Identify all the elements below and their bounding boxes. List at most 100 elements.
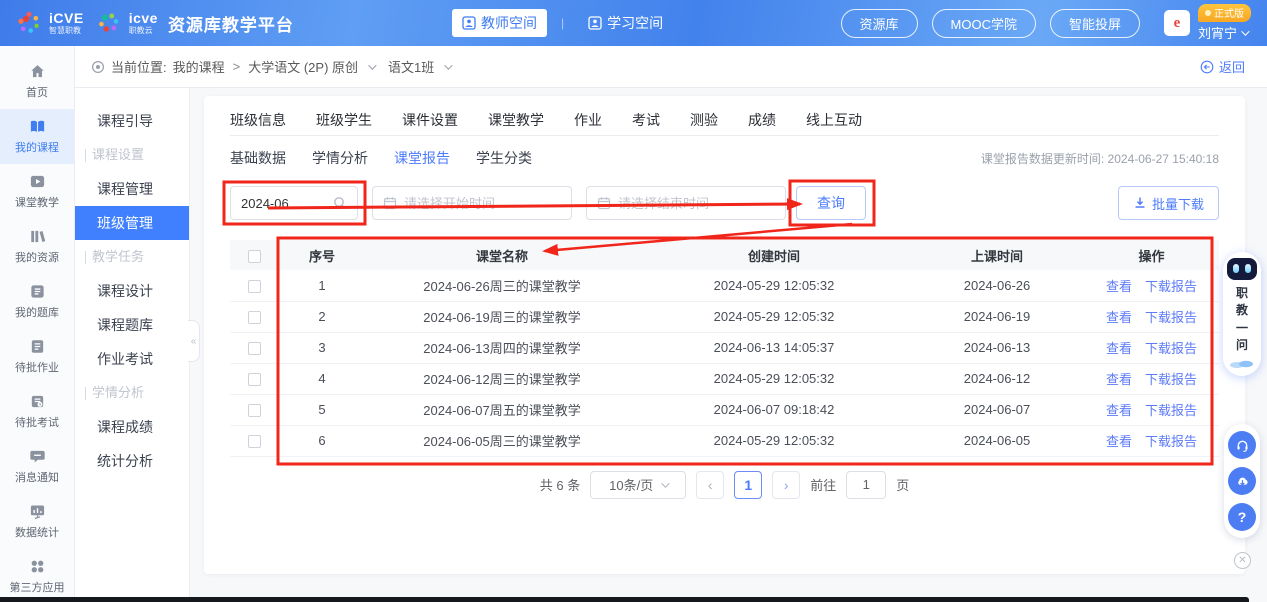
sidebar-item-pending-exams[interactable]: 待批考试: [0, 384, 74, 439]
search-icon[interactable]: [333, 196, 347, 210]
batch-download-button[interactable]: 批量下载: [1118, 186, 1219, 220]
sidebar-item-question-bank[interactable]: 我的题库: [0, 274, 74, 329]
submenu-item-0[interactable]: 课程引导: [75, 104, 189, 138]
class-caret-down-icon[interactable]: [444, 61, 452, 69]
next-page-button[interactable]: ›: [772, 471, 800, 499]
main-tab-8[interactable]: 线上互动: [806, 110, 862, 132]
total-count-label: 共 6 条: [540, 475, 580, 494]
student-space-label: 学习空间: [607, 13, 663, 33]
view-link[interactable]: 查看: [1106, 310, 1132, 325]
submenu-item-2[interactable]: 课程管理: [75, 172, 189, 206]
sub-tab-1[interactable]: 学情分析: [312, 148, 368, 168]
download-center-button[interactable]: [1228, 467, 1256, 495]
main-tab-1[interactable]: 班级学生: [316, 110, 372, 132]
row-checkbox[interactable]: [248, 311, 261, 324]
sidebar-item-notifications[interactable]: 消息通知: [0, 439, 74, 494]
back-button[interactable]: 返回: [1200, 57, 1245, 76]
select-all-checkbox[interactable]: [248, 250, 261, 263]
main-tab-5[interactable]: 考试: [632, 110, 660, 132]
sidebar-item-third-party-apps[interactable]: 第三方应用: [0, 549, 74, 602]
view-link[interactable]: 查看: [1106, 434, 1132, 449]
breadcrumb-course-select[interactable]: 大学语文 (2P) 原创: [248, 57, 358, 76]
main-tabs: 班级信息 班级学生 课件设置 课堂教学 作业 考试 测验 成绩 线上互动: [230, 106, 1219, 136]
row-checkbox[interactable]: [248, 342, 261, 355]
quick-links: 资源库 MOOC学院智能投屏: [841, 9, 1140, 38]
cell-class-date: 2024-06-19: [910, 301, 1084, 332]
download-report-link[interactable]: 下载报告: [1145, 372, 1197, 387]
submenu-item-5[interactable]: 课程设计: [75, 274, 189, 308]
row-checkbox[interactable]: [248, 373, 261, 386]
username-menu[interactable]: 刘宵宁: [1198, 23, 1247, 42]
quick-link-2[interactable]: 智能投屏: [1050, 9, 1140, 38]
download-report-link[interactable]: 下载报告: [1145, 279, 1197, 294]
view-link[interactable]: 查看: [1106, 279, 1132, 294]
quick-link-0[interactable]: 资源库: [841, 9, 918, 38]
submenu-item-9[interactable]: 课程成绩: [75, 410, 189, 444]
page-number-1[interactable]: 1: [734, 471, 762, 499]
sub-tab-0[interactable]: 基础数据: [230, 148, 286, 168]
pagination: 共 6 条 10条/页 ‹ 1 › 前往 页: [230, 471, 1219, 499]
quick-link-1[interactable]: MOOC学院: [932, 9, 1036, 38]
sub-tab-3[interactable]: 学生分类: [476, 148, 532, 168]
main-tab-0[interactable]: 班级信息: [230, 110, 286, 132]
help-button[interactable]: ?: [1228, 503, 1256, 531]
user-box: e 正式版 刘宵宁: [1164, 4, 1251, 42]
user-avatar[interactable]: e: [1164, 10, 1190, 36]
row-checkbox[interactable]: [248, 435, 261, 448]
statistics-icon: [29, 503, 46, 520]
logo-icve-zhihuizhijiao: iCVE 智慧职教: [16, 10, 84, 36]
cell-class-name: 2024-06-07周五的课堂教学: [366, 394, 638, 425]
submenu-item-3[interactable]: 班级管理: [75, 206, 189, 240]
page-size-select[interactable]: 10条/页: [590, 471, 686, 499]
back-arrow-icon: [1200, 60, 1214, 74]
prev-page-button[interactable]: ‹: [696, 471, 724, 499]
sidebar-item-pending-homework[interactable]: 待批作业: [0, 329, 74, 384]
download-report-link[interactable]: 下载报告: [1145, 310, 1197, 325]
download-report-link[interactable]: 下载报告: [1145, 434, 1197, 449]
submenu-item-10[interactable]: 统计分析: [75, 444, 189, 478]
sidebar-item-my-courses[interactable]: 我的课程: [0, 109, 74, 164]
collapse-toolbar-button[interactable]: ✕: [1234, 552, 1251, 569]
submenu-item-6[interactable]: 课程题库: [75, 308, 189, 342]
submenu-item-7[interactable]: 作业考试: [75, 342, 189, 376]
row-checkbox[interactable]: [248, 404, 261, 417]
main-tab-2[interactable]: 课件设置: [402, 110, 458, 132]
report-update-time: 课堂报告数据更新时间: 2024-06-27 15:40:18: [981, 150, 1219, 167]
floating-toolbar: ?: [1224, 424, 1260, 538]
query-button[interactable]: 查询: [796, 186, 866, 220]
cell-class-date: 2024-06-07: [910, 394, 1084, 425]
main-tab-6[interactable]: 测验: [690, 110, 718, 132]
start-time-input[interactable]: [404, 196, 561, 211]
sidebar-item-classroom-teaching[interactable]: 课堂教学: [0, 164, 74, 219]
student-space-button[interactable]: 学习空间: [578, 9, 673, 37]
ai-assistant-widget[interactable]: 职教一问: [1223, 252, 1261, 376]
main-tab-3[interactable]: 课堂教学: [488, 110, 544, 132]
teacher-space-button[interactable]: 教师空间: [452, 9, 547, 37]
view-link[interactable]: 查看: [1106, 403, 1132, 418]
sidebar-item-my-resources[interactable]: 我的资源: [0, 219, 74, 274]
breadcrumb-root[interactable]: 我的课程: [173, 57, 225, 76]
sidebar-item-statistics[interactable]: 数据统计: [0, 494, 74, 549]
cell-class-name: 2024-06-12周三的课堂教学: [366, 363, 638, 394]
end-time-input[interactable]: [618, 196, 775, 211]
keyword-input[interactable]: [241, 196, 326, 211]
sidebar-item-home[interactable]: 首页: [0, 54, 74, 109]
logo-primary-name: iCVE: [49, 11, 84, 25]
download-report-link[interactable]: 下载报告: [1145, 341, 1197, 356]
main-tab-4[interactable]: 作业: [574, 110, 602, 132]
cloud-download-icon: [1235, 474, 1250, 489]
submenu-collapse-handle[interactable]: «: [188, 320, 200, 362]
goto-page-input[interactable]: [846, 471, 886, 499]
view-link[interactable]: 查看: [1106, 341, 1132, 356]
goto-unit-label: 页: [896, 475, 909, 494]
sub-tab-2[interactable]: 课堂报告: [394, 148, 450, 168]
customer-service-button[interactable]: [1228, 431, 1256, 459]
pending-homework-icon: [29, 338, 46, 355]
download-report-link[interactable]: 下载报告: [1145, 403, 1197, 418]
main-tab-7[interactable]: 成绩: [748, 110, 776, 132]
breadcrumb-class-select[interactable]: 语文1班: [388, 57, 434, 76]
view-link[interactable]: 查看: [1106, 372, 1132, 387]
sidebar-item-label: 我的资源: [15, 249, 59, 265]
course-caret-down-icon[interactable]: [368, 61, 376, 69]
row-checkbox[interactable]: [248, 280, 261, 293]
